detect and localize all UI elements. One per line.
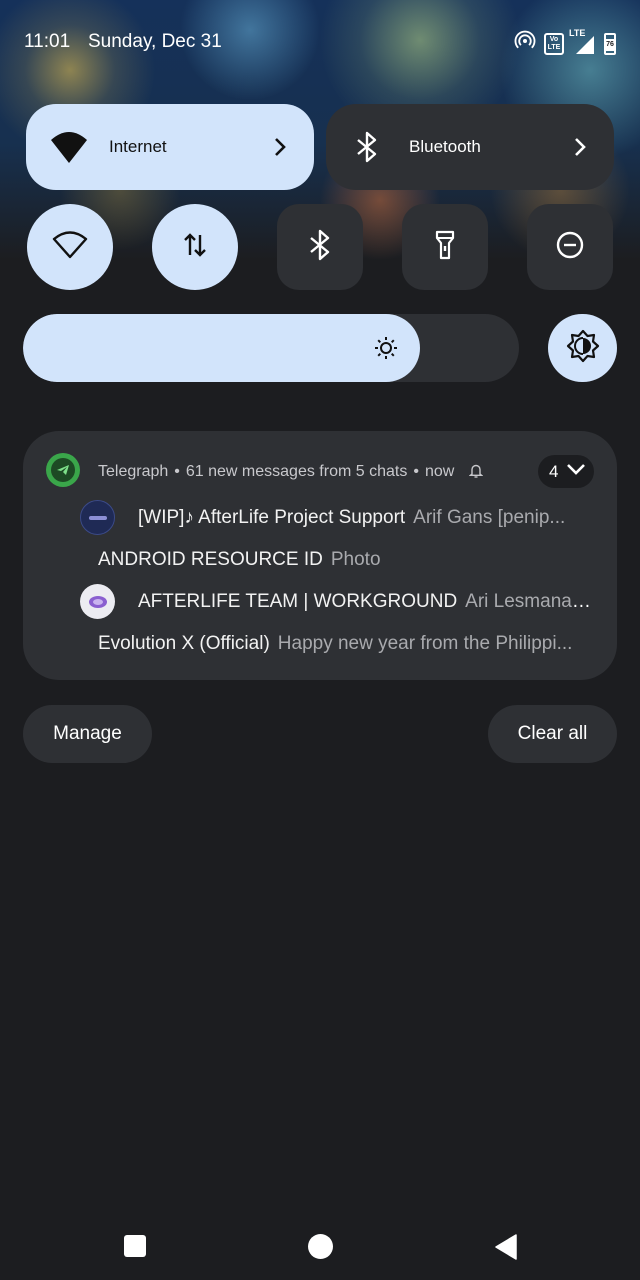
message-row[interactable]: AFTERLIFE TEAM | WORKGROUND Ari Lesmana: … — [138, 591, 593, 613]
bell-icon — [468, 463, 484, 483]
bluetooth-tile-label: Bluetooth — [409, 137, 481, 156]
notification-header: Telegraph • 61 new messages from 5 chats • n… — [98, 463, 484, 483]
data-transfer-icon — [182, 231, 208, 264]
chevron-right-icon — [572, 136, 588, 163]
battery-icon: 76 — [604, 32, 616, 55]
manage-button[interactable]: Manage — [23, 705, 152, 763]
notification-count: 4 — [549, 461, 559, 481]
chevron-right-icon — [272, 136, 288, 163]
message-text: Arif Gans [penip... — [413, 507, 566, 528]
message-row[interactable]: [WIP]♪ AfterLife Project Support Arif Gan… — [138, 507, 588, 529]
internet-tile-label: Internet — [109, 137, 167, 156]
status-icons: Vo LTE LTE 76 — [514, 28, 616, 57]
message-title: Evolution X (Official) — [98, 633, 270, 654]
mobile-data-tile[interactable] — [152, 204, 238, 290]
auto-brightness-icon — [566, 329, 600, 368]
dnd-tile[interactable] — [527, 204, 613, 290]
chat-avatar-afterlife-team — [80, 584, 115, 619]
flashlight-icon — [434, 229, 456, 266]
hotspot-icon — [514, 30, 536, 57]
bluetooth-icon — [356, 131, 378, 168]
app-name: Telegraph — [98, 463, 169, 480]
battery-level: 76 — [605, 38, 615, 51]
expand-button[interactable]: 4 — [538, 455, 594, 488]
clear-all-button[interactable]: Clear all — [488, 705, 617, 763]
back-button[interactable] — [494, 1234, 518, 1265]
telegraph-app-icon — [46, 453, 80, 487]
brightness-sun-icon — [374, 336, 398, 365]
message-text: Happy new year from the Philippi... — [277, 633, 573, 654]
flashlight-tile[interactable] — [402, 204, 488, 290]
wifi-icon — [52, 230, 88, 265]
home-button[interactable] — [308, 1234, 333, 1259]
wifi-tile[interactable] — [27, 204, 113, 290]
message-row[interactable]: Evolution X (Official) Happy new year fro… — [98, 633, 593, 655]
bluetooth-tile[interactable]: Bluetooth — [326, 104, 614, 190]
auto-brightness-button[interactable] — [548, 314, 617, 382]
message-title: [WIP]♪ AfterLife Project Support — [138, 507, 406, 528]
recents-button[interactable] — [124, 1235, 146, 1257]
status-bar: 11:01 Sunday, Dec 31 Vo LTE LTE 76 — [0, 28, 640, 60]
message-title: ANDROID RESOURCE ID — [98, 549, 323, 570]
wifi-filled-icon — [50, 130, 88, 169]
chat-avatar-afterlife-support — [80, 500, 115, 535]
notification-time: now — [424, 463, 455, 480]
message-text: Ari Lesmana: ... — [465, 591, 593, 612]
navigation-bar — [0, 1220, 640, 1280]
internet-tile[interactable]: Internet — [26, 104, 314, 190]
bluetooth-icon — [309, 229, 331, 266]
brightness-fill — [23, 314, 420, 382]
volte-icon: Vo LTE — [544, 32, 564, 55]
brightness-slider[interactable] — [23, 314, 519, 382]
notification-summary: 61 new messages from 5 chats — [185, 463, 408, 480]
clock: 11:01 — [24, 31, 71, 52]
message-text: Photo — [330, 549, 381, 570]
telegraph-notification[interactable]: Telegraph • 61 new messages from 5 chats • n… — [23, 431, 617, 680]
dnd-icon — [555, 230, 585, 265]
signal-lte-icon: LTE — [569, 28, 596, 56]
bluetooth-small-tile[interactable] — [277, 204, 363, 290]
message-title: AFTERLIFE TEAM | WORKGROUND — [138, 591, 458, 612]
message-row[interactable]: ANDROID RESOURCE ID Photo — [98, 549, 588, 571]
date: Sunday, Dec 31 — [88, 31, 222, 52]
chevron-down-icon — [566, 462, 586, 481]
